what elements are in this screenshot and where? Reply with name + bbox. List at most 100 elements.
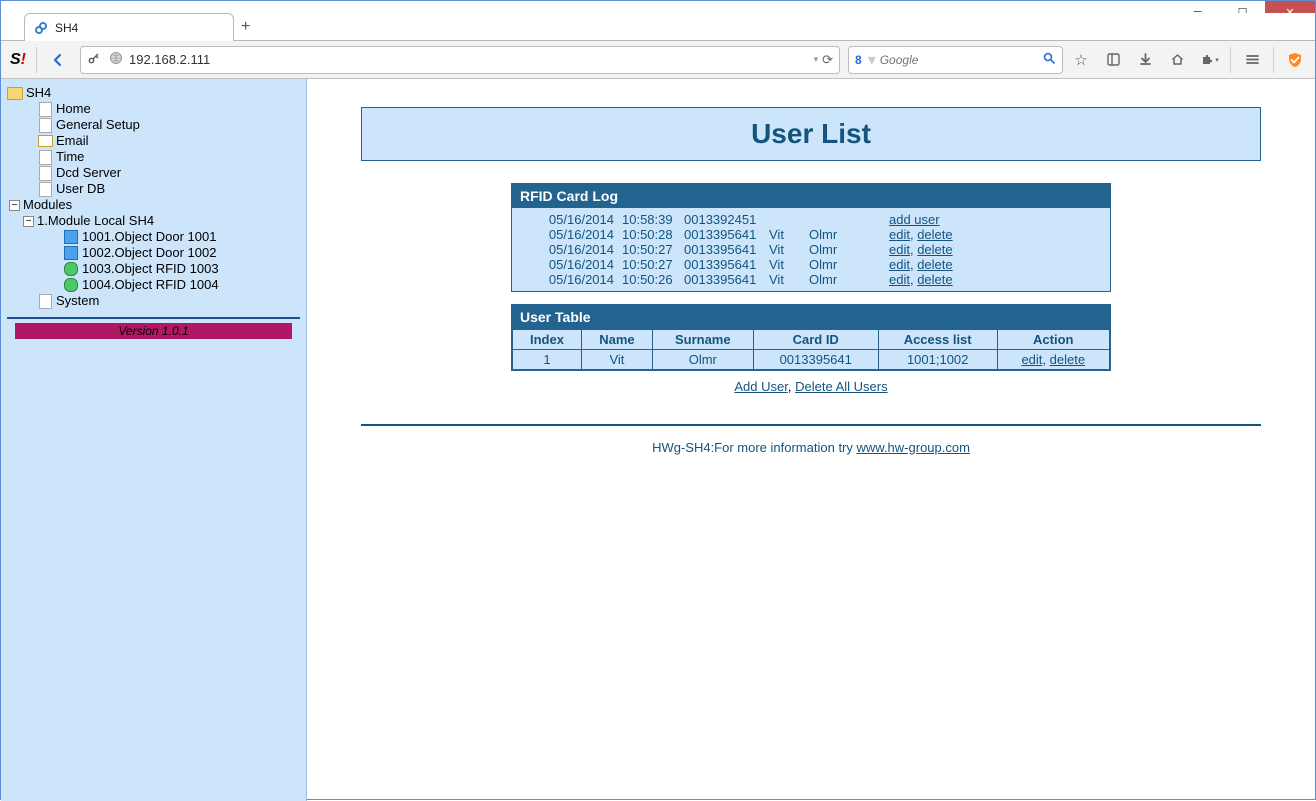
- page-icon: [37, 294, 53, 308]
- cell-surname: Olmr: [652, 350, 753, 370]
- puzzle-icon[interactable]: ▾: [1195, 46, 1223, 74]
- col-name: Name: [581, 330, 652, 350]
- downloads-icon[interactable]: [1131, 46, 1159, 74]
- tree-root[interactable]: SH4: [26, 85, 51, 101]
- log-actions: edit, delete: [885, 242, 1104, 257]
- tree-home[interactable]: Home: [56, 101, 91, 117]
- cell-access-list: 1001;1002: [878, 350, 997, 370]
- search-bar[interactable]: 8 ▾: [848, 46, 1063, 74]
- user-row: 1VitOlmr00133956411001;1002edit, delete: [513, 350, 1110, 370]
- url-dropdown[interactable]: ▾: [814, 54, 819, 65]
- rfid-log-panel: RFID Card Log 05/16/201410:58:3900133924…: [511, 183, 1111, 292]
- delete-all-users-link[interactable]: Delete All Users: [795, 379, 887, 394]
- tree-module1[interactable]: 1.Module Local SH4: [37, 213, 154, 229]
- tree-collapse-icon[interactable]: −: [9, 200, 20, 211]
- log-card: 0013392451: [680, 212, 765, 227]
- footer: HWg-SH4:For more information try www.hw-…: [361, 440, 1261, 455]
- folder-icon: [7, 86, 23, 100]
- search-input[interactable]: [880, 53, 1043, 67]
- log-name: Vit: [765, 257, 805, 272]
- sidebar-icon[interactable]: [1099, 46, 1127, 74]
- rfid-icon: [63, 262, 79, 276]
- tree-general-setup[interactable]: General Setup: [56, 117, 140, 133]
- cell-name: Vit: [581, 350, 652, 370]
- tab-title: SH4: [55, 21, 78, 35]
- tree-user-db[interactable]: User DB: [56, 181, 105, 197]
- key-icon: [87, 51, 101, 68]
- door-icon: [63, 230, 79, 244]
- log-name: [765, 212, 805, 227]
- rfid-log-title: RFID Card Log: [512, 184, 1110, 208]
- bookmark-star-icon[interactable]: ☆: [1067, 46, 1095, 74]
- col-action: Action: [997, 330, 1109, 350]
- log-time: 10:50:27: [618, 257, 680, 272]
- search-engine-icon[interactable]: 8: [855, 53, 862, 67]
- search-icon[interactable]: [1043, 52, 1056, 68]
- new-tab-button[interactable]: +: [241, 18, 250, 36]
- edit-link[interactable]: edit: [889, 227, 910, 242]
- link-icon: [33, 20, 49, 36]
- log-time: 10:50:26: [618, 272, 680, 287]
- shield-icon[interactable]: [1281, 46, 1309, 74]
- url-input[interactable]: [129, 52, 810, 67]
- tree-dcd-server[interactable]: Dcd Server: [56, 165, 121, 181]
- browser-tab[interactable]: SH4: [24, 13, 234, 41]
- tree-system[interactable]: System: [56, 293, 99, 309]
- tree-email[interactable]: Email: [56, 133, 89, 149]
- edit-link[interactable]: edit: [889, 272, 910, 287]
- col-card-id: Card ID: [753, 330, 878, 350]
- delete-link[interactable]: delete: [917, 227, 952, 242]
- main-content: User List RFID Card Log 05/16/201410:58:…: [307, 79, 1315, 801]
- page-icon: [37, 150, 53, 164]
- reload-button[interactable]: ⟳: [822, 52, 833, 68]
- rfid-log-row: 05/16/201410:58:390013392451add user: [518, 212, 1104, 227]
- nav-sidebar: SH4 Home General Setup Email Time Dcd Se…: [1, 79, 307, 801]
- tree-modules[interactable]: Modules: [23, 197, 72, 213]
- globe-icon: [109, 51, 123, 68]
- tree-obj-1002[interactable]: 1002.Object Door 1002: [82, 245, 216, 261]
- edit-link[interactable]: edit: [1021, 352, 1042, 367]
- page-icon: [37, 182, 53, 196]
- log-time: 10:50:28: [618, 227, 680, 242]
- delete-link[interactable]: delete: [917, 272, 952, 287]
- log-actions: edit, delete: [885, 227, 1104, 242]
- col-index: Index: [513, 330, 582, 350]
- menu-icon[interactable]: [1238, 46, 1266, 74]
- log-card: 0013395641: [680, 257, 765, 272]
- url-bar[interactable]: ▾ ⟳: [80, 46, 840, 74]
- tab-strip: SH4 +: [1, 13, 1315, 41]
- browser-toolbar: S! ▾ ⟳ 8 ▾ ☆ ▾: [1, 41, 1315, 79]
- mail-icon: [37, 134, 53, 148]
- footer-link[interactable]: www.hw-group.com: [857, 440, 970, 455]
- log-surname: Olmr: [805, 257, 885, 272]
- page-title: User List: [362, 118, 1260, 150]
- page-icon: [37, 166, 53, 180]
- delete-link[interactable]: delete: [917, 242, 952, 257]
- tree-time[interactable]: Time: [56, 149, 84, 165]
- delete-link[interactable]: delete: [917, 257, 952, 272]
- tree-obj-1003[interactable]: 1003.Object RFID 1003: [82, 261, 219, 277]
- extension-icon[interactable]: S!: [7, 49, 29, 71]
- rfid-log-table: 05/16/201410:58:390013392451add user05/1…: [518, 212, 1104, 287]
- delete-link[interactable]: delete: [1050, 352, 1085, 367]
- log-surname: Olmr: [805, 272, 885, 287]
- tree-collapse-icon[interactable]: −: [23, 216, 34, 227]
- log-time: 10:50:27: [618, 242, 680, 257]
- log-card: 0013395641: [680, 227, 765, 242]
- tree-obj-1001[interactable]: 1001.Object Door 1001: [82, 229, 216, 245]
- edit-link[interactable]: edit: [889, 242, 910, 257]
- rfid-icon: [63, 278, 79, 292]
- page-icon: [37, 102, 53, 116]
- log-actions: add user: [885, 212, 1104, 227]
- footer-divider: [361, 424, 1261, 426]
- log-date: 05/16/2014: [518, 212, 618, 227]
- tree-obj-1004[interactable]: 1004.Object RFID 1004: [82, 277, 219, 293]
- toolbar-divider: [1273, 47, 1274, 73]
- edit-link[interactable]: edit: [889, 257, 910, 272]
- col-surname: Surname: [652, 330, 753, 350]
- home-icon[interactable]: [1163, 46, 1191, 74]
- add-user-link[interactable]: add user: [889, 212, 940, 227]
- add-user-link[interactable]: Add User: [734, 379, 787, 394]
- back-button[interactable]: [44, 46, 72, 74]
- cell-actions: edit, delete: [997, 350, 1109, 370]
